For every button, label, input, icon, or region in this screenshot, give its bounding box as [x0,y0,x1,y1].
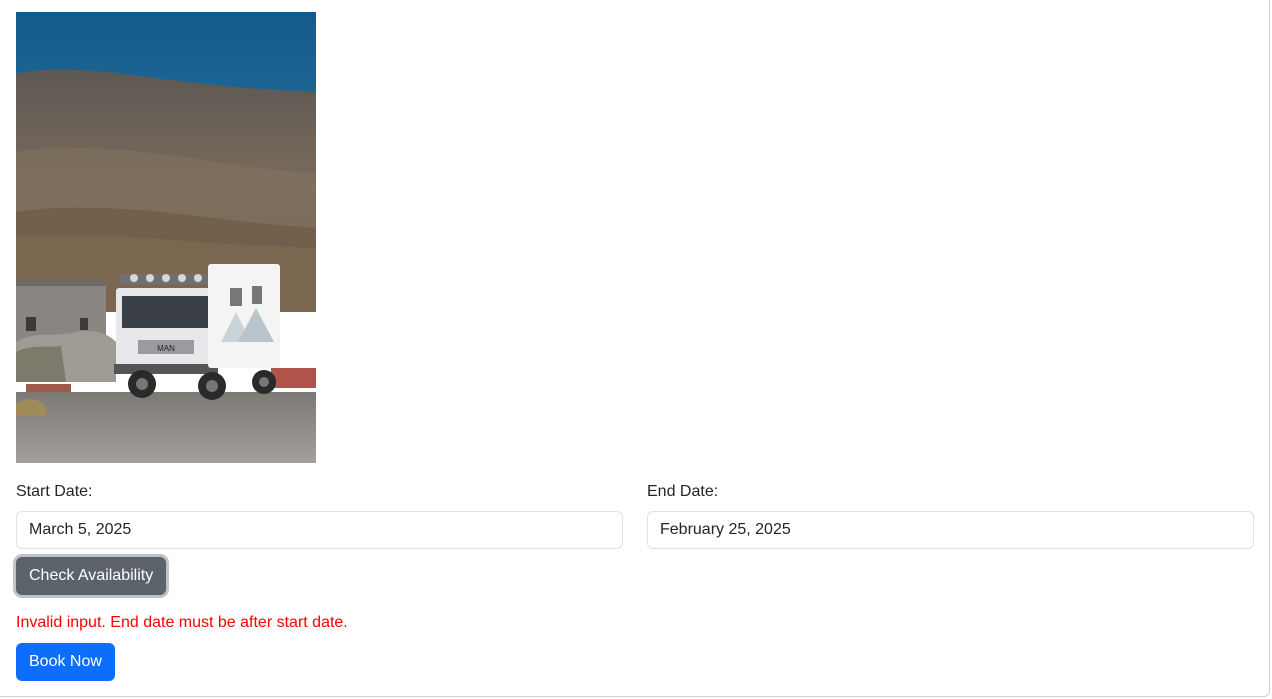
check-availability-button[interactable]: Check Availability [16,557,167,595]
start-date-label: Start Date: [16,483,93,500]
end-date-input[interactable] [647,511,1254,549]
book-now-button[interactable]: Book Now [16,643,115,681]
start-date-input[interactable] [16,511,623,549]
error-message: Invalid input. End date must be after st… [16,614,348,631]
booking-card: MAN Start Date: End Date: Check Availabi… [0,0,1270,697]
truck-brand-text: MAN [157,344,175,353]
camper-truck-photo: MAN [16,12,316,463]
end-date-label: End Date: [647,483,719,500]
